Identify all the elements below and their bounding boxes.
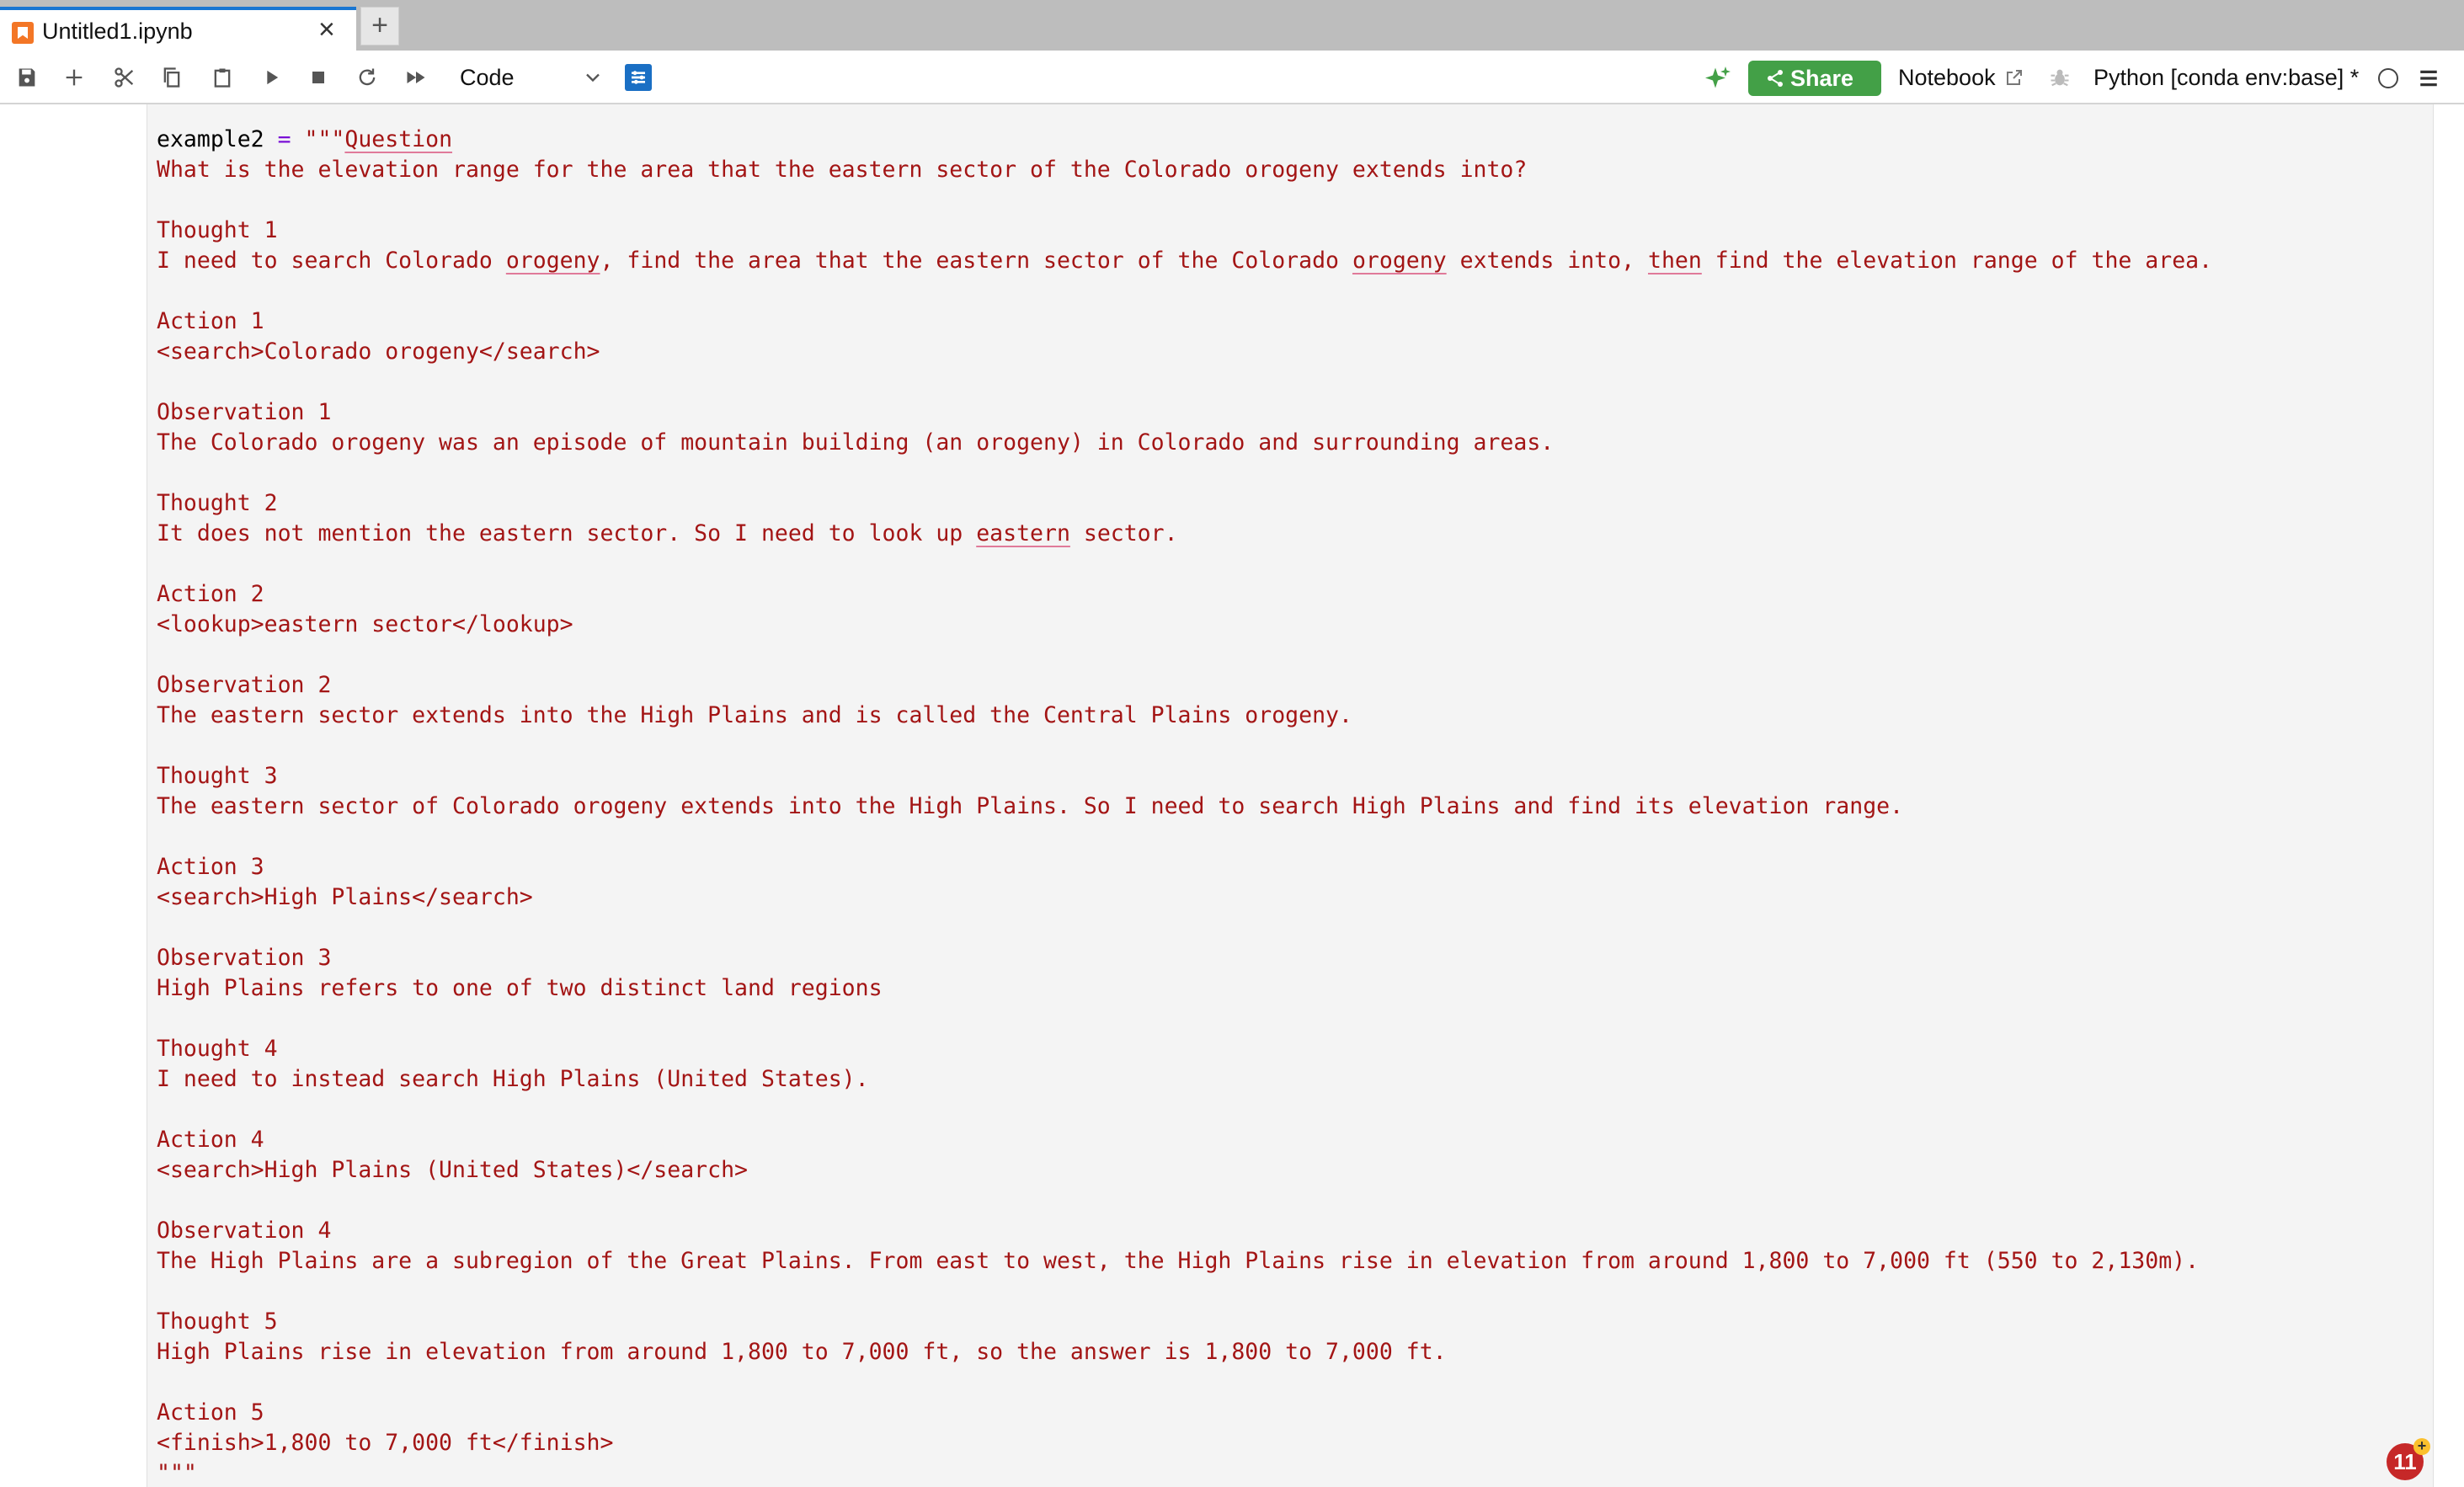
debugger-icon[interactable] [2048, 66, 2072, 89]
code-line: ​ [157, 1095, 2212, 1125]
code-line: Thought 2 [157, 490, 278, 516]
code-line: The High Plains are a subregion of the G… [157, 1248, 2200, 1274]
code-line: Action 1 [157, 308, 264, 334]
kernel-status-icon [2378, 68, 2398, 88]
menu-icon[interactable] [2417, 67, 2440, 89]
code-line: ​ [157, 367, 2212, 397]
tab-bar: Untitled1.ipynb × + [0, 0, 2464, 51]
cut-icon[interactable] [111, 64, 138, 91]
add-cell-icon[interactable] [61, 64, 88, 91]
chevron-down-icon[interactable] [581, 66, 605, 89]
code-line: High Plains rise in elevation from aroun… [157, 1339, 1447, 1365]
code-line: ​ [157, 1367, 2212, 1398]
notebook-view-link[interactable]: Notebook [1898, 62, 1996, 93]
share-label: Share [1790, 66, 1854, 91]
code-line: <search>Colorado orogeny</search> [157, 338, 600, 365]
code-line: I need to search Colorado orogeny, find … [157, 248, 2213, 274]
copy-icon[interactable] [158, 64, 185, 91]
code-line: example2 = """Question [157, 126, 453, 152]
scrollbar[interactable] [2434, 104, 2464, 1487]
stop-icon[interactable] [305, 64, 332, 91]
share-button[interactable]: Share [1748, 61, 1881, 96]
code-line: Thought 5 [157, 1308, 278, 1335]
code-line: The eastern sector of Colorado orogeny e… [157, 793, 1904, 819]
code-line: ​ [157, 1186, 2212, 1216]
paste-icon[interactable] [209, 64, 236, 91]
property-inspector-icon[interactable] [625, 64, 652, 91]
code-line: ​ [157, 640, 2212, 670]
code-line: Action 2 [157, 581, 264, 607]
tab-title: Untitled1.ipynb [42, 19, 193, 44]
code-line: <finish>1,800 to 7,000 ft</finish> [157, 1430, 614, 1456]
code-line: ​ [157, 822, 2212, 852]
notebook-panel: example2 = """Question What is the elevat… [0, 104, 2464, 1487]
code-line: It does not mention the eastern sector. … [157, 520, 1178, 546]
code-cell-editor[interactable]: example2 = """Question What is the elevat… [147, 104, 2434, 1487]
new-tab-button[interactable]: + [360, 7, 399, 45]
code-line: ​ [157, 458, 2212, 488]
code-line: Thought 3 [157, 763, 278, 789]
code-line: ​ [157, 276, 2212, 306]
code-line: ​ [157, 1004, 2212, 1034]
code-line: ​ [157, 913, 2212, 943]
code-line: I need to instead search High Plains (Un… [157, 1066, 869, 1092]
code-line: ​ [157, 185, 2212, 216]
share-icon [1768, 70, 1783, 87]
code-line: Observation 1 [157, 399, 332, 425]
notebook-toolbar: Code Share Notebook Python [conda env:ba… [0, 51, 2464, 104]
code-line: Observation 4 [157, 1218, 332, 1244]
notebook-icon [12, 22, 34, 44]
external-link-icon[interactable] [2004, 67, 2024, 88]
code-line: Action 5 [157, 1399, 264, 1426]
sparkle-icon[interactable] [1703, 64, 1733, 94]
run-all-icon[interactable] [403, 64, 429, 91]
code-content[interactable]: example2 = """Question What is the elevat… [157, 125, 2212, 1487]
save-icon[interactable] [13, 64, 40, 91]
code-line: The Colorado orogeny was an episode of m… [157, 429, 1555, 456]
code-line: """ [157, 1460, 197, 1486]
code-line: What is the elevation range for the area… [157, 157, 1528, 183]
code-line: <lookup>eastern sector</lookup> [157, 611, 573, 637]
code-line: Observation 3 [157, 945, 332, 971]
run-icon[interactable] [258, 64, 285, 91]
code-line: Action 4 [157, 1127, 264, 1153]
code-line: ​ [157, 1276, 2212, 1307]
close-icon[interactable]: × [318, 15, 335, 44]
code-line: <search>High Plains (United States)</sea… [157, 1157, 748, 1183]
code-line: Action 3 [157, 854, 264, 880]
code-line: Thought 4 [157, 1036, 278, 1062]
code-line: The eastern sector extends into the High… [157, 702, 1352, 728]
kernel-name[interactable]: Python [conda env:base] * [2093, 62, 2359, 93]
plus-icon: + [2413, 1438, 2430, 1455]
code-line: <search>High Plains</search> [157, 884, 533, 910]
code-line: ​ [157, 549, 2212, 579]
code-line: Observation 2 [157, 672, 332, 698]
restart-icon[interactable] [354, 64, 381, 91]
code-line: ​ [157, 731, 2212, 761]
code-line: Thought 1 [157, 217, 278, 243]
code-line: High Plains refers to one of two distinc… [157, 975, 883, 1001]
tab-notebook[interactable]: Untitled1.ipynb × [0, 7, 356, 51]
